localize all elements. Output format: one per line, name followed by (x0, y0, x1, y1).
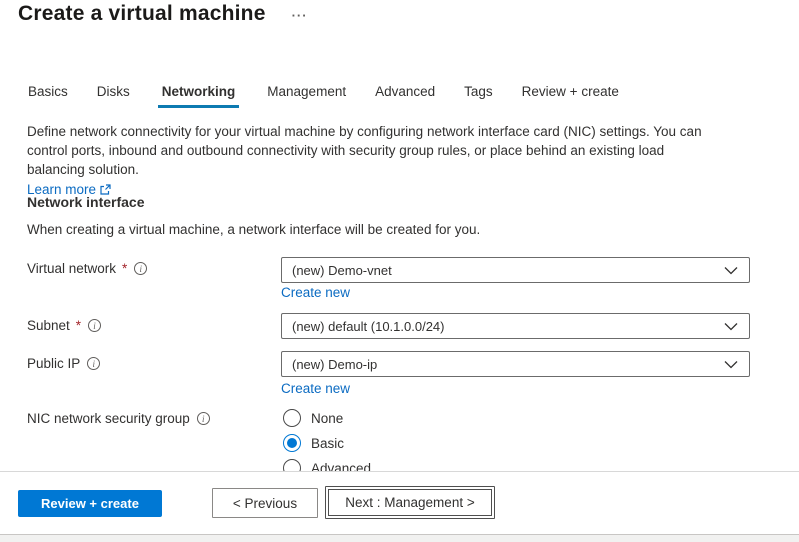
virtual-network-dropdown[interactable]: (new) Demo-vnet (281, 257, 750, 283)
section-heading-network-interface: Network interface (27, 194, 144, 210)
info-icon[interactable] (88, 319, 101, 332)
required-indicator: * (122, 261, 127, 276)
virtual-network-value: (new) Demo-vnet (292, 263, 392, 278)
chevron-down-icon (724, 266, 738, 275)
nic-nsg-option-basic[interactable]: Basic (283, 434, 344, 452)
virtual-network-label-text: Virtual network (27, 261, 116, 276)
nic-nsg-option-none[interactable]: None (283, 409, 343, 427)
tab-description: Define network connectivity for your vir… (27, 122, 705, 199)
create-vm-page: Create a virtual machine ··· Basics Disk… (0, 0, 799, 542)
subnet-label: Subnet * (27, 318, 101, 333)
required-indicator: * (76, 318, 81, 333)
tab-basics[interactable]: Basics (27, 84, 69, 108)
public-ip-dropdown[interactable]: (new) Demo-ip (281, 351, 750, 377)
chevron-down-icon (724, 322, 738, 331)
subnet-dropdown[interactable]: (new) default (10.1.0.0/24) (281, 313, 750, 339)
public-ip-value: (new) Demo-ip (292, 357, 377, 372)
info-icon[interactable] (87, 357, 100, 370)
nic-nsg-option-none-label: None (311, 411, 343, 426)
nic-nsg-label-text: NIC network security group (27, 411, 190, 426)
bottom-strip (0, 534, 799, 542)
nic-nsg-option-basic-label: Basic (311, 436, 344, 451)
info-icon[interactable] (197, 412, 210, 425)
section-subtext: When creating a virtual machine, a netwo… (27, 222, 480, 237)
public-ip-label-text: Public IP (27, 356, 80, 371)
tab-disks[interactable]: Disks (96, 84, 131, 108)
chevron-down-icon (724, 360, 738, 369)
previous-button[interactable]: < Previous (212, 488, 318, 518)
wizard-tab-bar: Basics Disks Networking Management Advan… (27, 84, 620, 108)
virtual-network-label: Virtual network * (27, 261, 147, 276)
radio-unselected-icon (283, 409, 301, 427)
tab-description-text: Define network connectivity for your vir… (27, 124, 702, 177)
tab-review-create[interactable]: Review + create (521, 84, 620, 108)
info-icon[interactable] (134, 262, 147, 275)
tab-tags[interactable]: Tags (463, 84, 494, 108)
public-ip-create-new-link[interactable]: Create new (281, 381, 350, 396)
radio-selected-icon (283, 434, 301, 452)
tab-networking[interactable]: Networking (158, 84, 240, 108)
public-ip-label: Public IP (27, 356, 100, 371)
more-options-button[interactable]: ··· (292, 7, 308, 22)
page-header: Create a virtual machine ··· (18, 2, 308, 26)
wizard-footer: Review + create < Previous Next : Manage… (0, 471, 799, 534)
tab-management[interactable]: Management (266, 84, 347, 108)
subnet-value: (new) default (10.1.0.0/24) (292, 319, 444, 334)
virtual-network-create-new-link[interactable]: Create new (281, 285, 350, 300)
nic-nsg-label: NIC network security group (27, 411, 210, 426)
tab-advanced[interactable]: Advanced (374, 84, 436, 108)
review-create-button[interactable]: Review + create (18, 490, 162, 517)
subnet-label-text: Subnet (27, 318, 70, 333)
page-title: Create a virtual machine (18, 2, 266, 26)
next-management-button[interactable]: Next : Management > (325, 486, 495, 519)
